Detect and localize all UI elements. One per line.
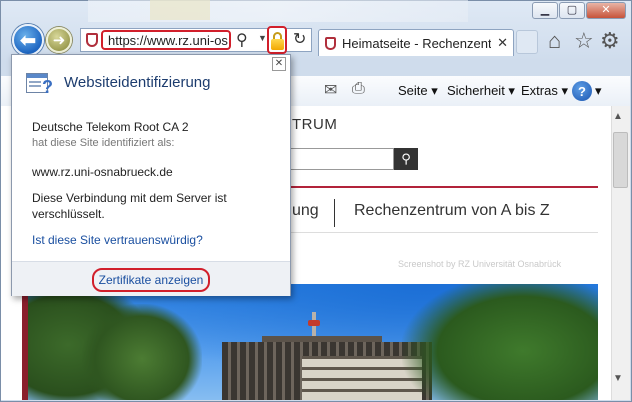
help-icon[interactable]: ? <box>572 81 592 101</box>
title-bar-background-accent <box>150 0 210 20</box>
site-search-input[interactable] <box>280 148 394 170</box>
lock-body-icon <box>271 39 284 50</box>
menu-sicherheit[interactable]: Sicherheit ▾ <box>447 83 515 99</box>
menu-extras[interactable]: Extras ▾ <box>521 83 568 99</box>
trust-site-link[interactable]: Ist diese Site vertrauenswürdig? <box>32 233 203 247</box>
title-bar-background <box>88 0 468 22</box>
scroll-up-icon[interactable]: ▲ <box>613 111 623 122</box>
photo-antenna-dish <box>308 320 320 326</box>
menu-seite[interactable]: Seite ▾ <box>398 83 438 99</box>
nav-divider <box>280 232 598 233</box>
question-mark-icon: ? <box>42 77 53 97</box>
photo-tree-right <box>402 284 598 400</box>
security-lock-button[interactable] <box>267 26 287 54</box>
back-button[interactable]: ⬅ <box>12 24 44 56</box>
address-dropdown-icon[interactable]: ▼ <box>258 33 267 43</box>
campus-photo <box>22 284 598 400</box>
view-certificates-button[interactable]: Zertifikate anzeigen <box>92 268 210 292</box>
window-controls: ▁ ▢ ✕ <box>532 2 626 19</box>
identified-site: www.rz.uni-osnabrueck.de <box>32 165 173 179</box>
minimize-button[interactable]: ▁ <box>532 2 558 19</box>
encryption-status-line1: Diese Verbindung mit dem Server ist <box>32 191 227 205</box>
forward-button[interactable]: ➜ <box>46 27 72 53</box>
site-search-button[interactable]: ⚲ <box>394 148 418 170</box>
search-icon[interactable]: ⚲ <box>236 30 248 50</box>
site-identity-icon: ? <box>26 71 56 97</box>
photo-tree-left-2 <box>82 304 202 400</box>
document-line-icon <box>29 81 41 83</box>
nav-separator <box>334 199 335 227</box>
certificate-issuer-subtext: hat diese Site identifiziert als: <box>32 137 175 149</box>
encryption-status-line2: verschlüsselt. <box>32 207 105 221</box>
site-identification-popup: ✕ ? Websiteidentifizierung Deutsche Tele… <box>11 54 291 296</box>
refresh-icon[interactable]: ↻ <box>293 29 306 49</box>
tab-heimatseite[interactable]: Heimatseite - Rechenzentrum ... ✕ <box>318 29 514 56</box>
print-icon[interactable]: ⎙ <box>352 80 365 98</box>
mail-icon[interactable]: ✉ <box>324 80 337 100</box>
back-arrow-icon: ⬅ <box>19 29 37 52</box>
home-icon[interactable]: ⌂ <box>548 28 561 54</box>
maximize-button[interactable]: ▢ <box>559 2 585 19</box>
address-bar[interactable]: https://www.rz.uni-os ⚲ ▼ ↻ <box>80 26 312 54</box>
favorites-star-icon[interactable]: ☆ <box>574 28 594 54</box>
forward-arrow-icon: ➜ <box>52 32 66 49</box>
tab-close-icon[interactable]: ✕ <box>497 35 508 51</box>
scroll-down-icon[interactable]: ▼ <box>613 373 623 384</box>
certificate-issuer: Deutsche Telekom Root CA 2 <box>32 120 189 134</box>
tab-favicon-icon <box>325 36 336 50</box>
address-url[interactable]: https://www.rz.uni-os <box>101 30 231 50</box>
site-nav-item[interactable]: ung <box>292 202 319 220</box>
help-dropdown-icon[interactable]: ▾ <box>595 83 602 99</box>
search-icon: ⚲ <box>401 151 411 166</box>
site-nav-item-a-z[interactable]: Rechenzentrum von A bis Z <box>354 202 550 220</box>
close-window-button[interactable]: ✕ <box>586 2 626 19</box>
popup-title: Websiteidentifizierung <box>64 74 211 91</box>
header-divider <box>280 186 598 188</box>
popup-footer: Zertifikate anzeigen <box>12 261 290 296</box>
site-shield-icon <box>86 33 98 47</box>
photo-left-accent <box>22 284 28 400</box>
gear-icon[interactable]: ⚙ <box>600 28 620 54</box>
popup-close-icon[interactable]: ✕ <box>272 57 286 71</box>
site-brand-text: TRUM <box>292 116 338 133</box>
new-tab-button[interactable] <box>516 30 538 54</box>
document-line-icon <box>29 85 41 87</box>
scroll-thumb[interactable] <box>613 132 628 188</box>
screenshot-watermark: Screenshot by RZ Universität Osnabrück <box>398 259 562 269</box>
tab-title: Heimatseite - Rechenzentrum ... <box>342 35 492 51</box>
